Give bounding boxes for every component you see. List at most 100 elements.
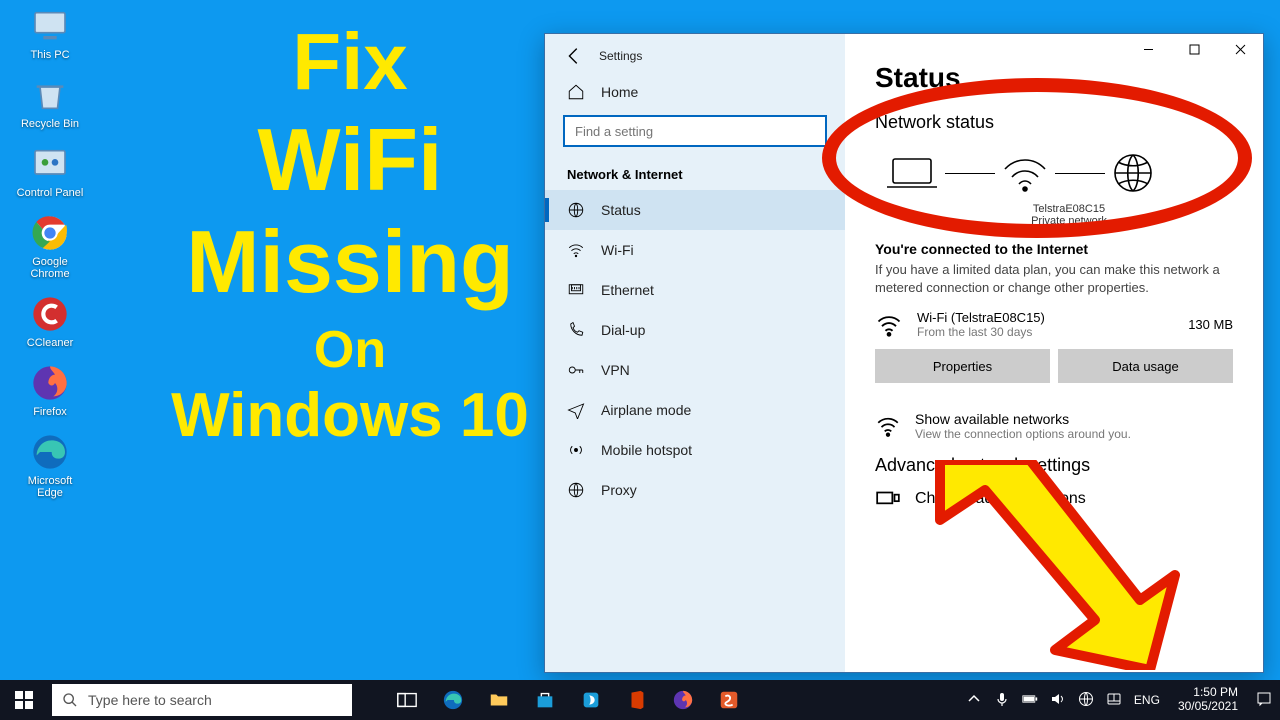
wifi-icon (567, 241, 585, 259)
avail-title: Show available networks (915, 411, 1131, 427)
nav-item-label: VPN (601, 362, 630, 378)
connection-sub: From the last 30 days (917, 325, 1174, 339)
usage-amount: 130 MB (1188, 317, 1233, 332)
maximize-button[interactable] (1171, 34, 1217, 64)
show-available-networks[interactable]: Show available networks View the connect… (875, 411, 1233, 441)
desktop-icon-recycle-bin[interactable]: Recycle Bin (14, 75, 86, 130)
settings-window: Settings Home Network & Internet Status … (544, 33, 1264, 673)
taskbar: Type here to search ENG 1:50 PM 30/05/20… (0, 680, 1280, 720)
firefox-icon (30, 363, 70, 403)
taskbar-search-placeholder: Type here to search (88, 692, 212, 708)
desktop-icon-label: Recycle Bin (21, 118, 79, 130)
usage-row: Wi-Fi (TelstraE08C15) From the last 30 d… (875, 310, 1233, 339)
nav-item-label: Wi-Fi (601, 242, 634, 258)
page-heading: Status (875, 62, 1233, 94)
back-button[interactable] (563, 45, 585, 67)
nav-ethernet[interactable]: Ethernet (545, 270, 845, 310)
settings-search-input[interactable] (563, 115, 827, 147)
desktop-icon-control-panel[interactable]: Control Panel (14, 144, 86, 199)
firefox-icon (672, 689, 694, 711)
office-icon (626, 689, 648, 711)
taskbar-pinned (384, 680, 752, 720)
hotspot-icon (567, 441, 585, 459)
desktop-icon-firefox[interactable]: Firefox (14, 363, 86, 418)
ccleaner-icon (30, 294, 70, 334)
store-taskbar-button[interactable] (522, 680, 568, 720)
taskbar-search[interactable]: Type here to search (52, 684, 352, 716)
explorer-taskbar-button[interactable] (476, 680, 522, 720)
advanced-heading: Advanced network settings (875, 455, 1233, 476)
tray-volume[interactable] (1050, 691, 1066, 710)
desktop-icon-label: This PC (30, 49, 69, 61)
task-view-button[interactable] (384, 680, 430, 720)
network-diagram (875, 151, 1233, 195)
properties-button[interactable]: Properties (875, 349, 1050, 383)
phone-icon (567, 321, 585, 339)
globe-icon (1078, 691, 1094, 707)
connected-title: You're connected to the Internet (875, 241, 1233, 257)
tray-time: 1:50 PM (1178, 686, 1238, 700)
change-adapter-options[interactable]: Change adapter options (875, 486, 1233, 512)
adapter-icon (875, 486, 901, 512)
desktop-icon-chrome[interactable]: Google Chrome (14, 213, 86, 280)
wifi-icon (875, 413, 901, 439)
search-icon (62, 692, 78, 708)
nav-wifi[interactable]: Wi-Fi (545, 230, 845, 270)
store-icon (534, 689, 556, 711)
desktop-icon-label: Google Chrome (30, 256, 69, 280)
laptop-icon (885, 153, 939, 193)
tray-network[interactable] (1078, 691, 1094, 710)
nav-proxy[interactable]: Proxy (545, 470, 845, 510)
tray-touchpad[interactable] (1106, 691, 1122, 710)
action-center-button[interactable] (1256, 691, 1272, 710)
nav-vpn[interactable]: VPN (545, 350, 845, 390)
notification-icon (1256, 691, 1272, 707)
data-usage-button[interactable]: Data usage (1058, 349, 1233, 383)
window-title: Settings (599, 49, 642, 63)
office-taskbar-button[interactable] (614, 680, 660, 720)
chevron-up-icon (966, 691, 982, 707)
tray-language[interactable]: ENG (1134, 693, 1160, 707)
tray-microphone[interactable] (994, 691, 1010, 710)
tray-battery[interactable] (1022, 691, 1038, 710)
wifi-icon (875, 311, 903, 339)
desktop-icon-label: Control Panel (17, 187, 84, 199)
desktop-icon-edge[interactable]: Microsoft Edge (14, 432, 86, 499)
nav-dialup[interactable]: Dial-up (545, 310, 845, 350)
desktop-icon-this-pc[interactable]: This PC (14, 6, 86, 61)
nav-item-label: Ethernet (601, 282, 654, 298)
start-button[interactable] (0, 680, 48, 720)
section-label: Network & Internet (545, 157, 845, 190)
nav-home[interactable]: Home (545, 69, 845, 111)
desktop-icon-ccleaner[interactable]: CCleaner (14, 294, 86, 349)
home-icon (567, 83, 585, 101)
tray-overflow-button[interactable] (966, 691, 982, 710)
nav-hotspot[interactable]: Mobile hotspot (545, 430, 845, 470)
close-button[interactable] (1217, 34, 1263, 64)
snagit-icon (718, 689, 740, 711)
airplane-icon (567, 401, 585, 419)
desktop-icon-label: Firefox (33, 406, 67, 418)
app-taskbar-button-1[interactable] (568, 680, 614, 720)
nav-item-label: Mobile hotspot (601, 442, 692, 458)
windows-icon (15, 691, 33, 709)
globe-icon (1111, 151, 1155, 195)
app-icon (580, 689, 602, 711)
tray-clock[interactable]: 1:50 PM 30/05/2021 (1178, 686, 1238, 714)
minimize-button[interactable] (1125, 34, 1171, 64)
system-tray: ENG 1:50 PM 30/05/2021 (958, 686, 1280, 714)
nav-home-label: Home (601, 84, 638, 100)
firefox-taskbar-button[interactable] (660, 680, 706, 720)
snagit-taskbar-button[interactable] (706, 680, 752, 720)
nav-airplane[interactable]: Airplane mode (545, 390, 845, 430)
ethernet-icon (567, 281, 585, 299)
edge-taskbar-button[interactable] (430, 680, 476, 720)
nav-status[interactable]: Status (545, 190, 845, 230)
nav-item-label: Status (601, 202, 641, 218)
edge-icon (30, 432, 70, 472)
connected-body: If you have a limited data plan, you can… (875, 261, 1233, 296)
network-label: TelstraE08C15 Private network (875, 203, 1233, 227)
arrow-left-icon (563, 45, 585, 67)
tray-date: 30/05/2021 (1178, 700, 1238, 714)
minimize-icon (1143, 44, 1154, 55)
